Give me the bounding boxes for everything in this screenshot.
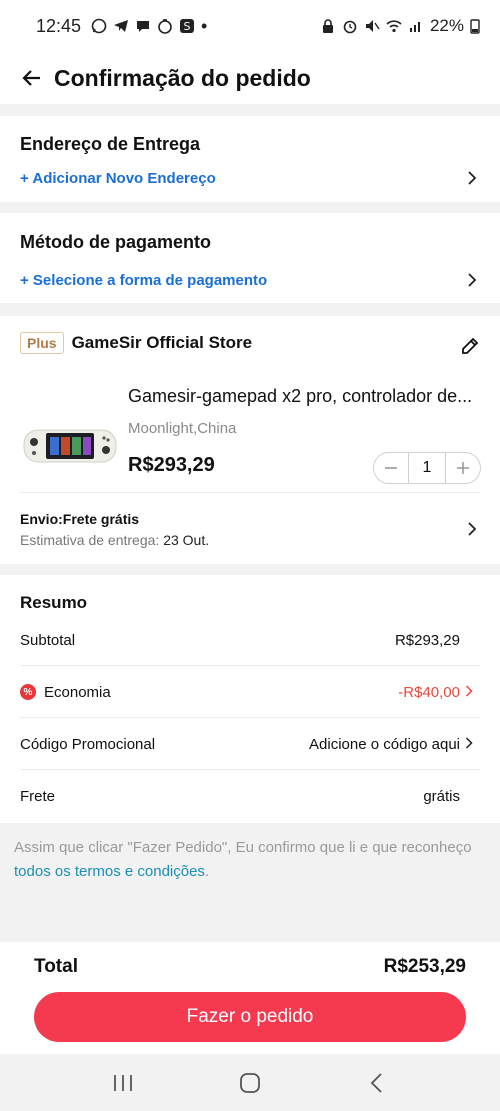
app-icon: [158, 19, 172, 34]
lock-icon: [322, 19, 333, 33]
delivery-estimate: Estimativa de entrega: 23 Out.: [20, 532, 209, 548]
chevron-right-icon: [468, 171, 477, 185]
wifi-icon: [386, 20, 402, 33]
chat-icon: [137, 21, 150, 32]
payment-section[interactable]: Método de pagamento + Selecione a forma …: [0, 213, 500, 303]
store-header: Plus GameSir Official Store: [20, 332, 252, 354]
shop-icon: S: [180, 19, 195, 33]
quantity-value[interactable]: 1: [408, 453, 446, 483]
battery-percent: 22%: [429, 16, 464, 35]
terms-notice: Assim que clicar "Fazer Pedido", Eu conf…: [14, 836, 484, 884]
home-button[interactable]: [230, 1068, 270, 1098]
store-name[interactable]: GameSir Official Store: [72, 333, 252, 353]
checkout-footer: Total R$253,29 Fazer o pedido: [0, 942, 500, 1054]
system-nav-bar: [0, 1054, 500, 1111]
product-variant: Moonlight,China: [128, 420, 237, 437]
add-address-link[interactable]: + Adicionar Novo Endereço: [20, 170, 216, 187]
add-promo-code-link[interactable]: Adicione o código aqui: [309, 736, 460, 753]
delivery-estimate-label: Estimativa de entrega:: [20, 532, 160, 548]
address-title: Endereço de Entrega: [20, 134, 201, 154]
gamepad-image: [23, 429, 117, 463]
address-section[interactable]: Endereço de Entrega + Adicionar Novo End…: [0, 116, 500, 202]
status-time: 12:45: [36, 15, 82, 36]
savings-value: -R$40,00: [398, 683, 460, 701]
whatsapp-icon: [91, 18, 107, 34]
page-title: Confirmação do pedido: [54, 64, 311, 91]
divider: [20, 717, 480, 718]
home-icon: [240, 1072, 260, 1093]
status-dot: •: [201, 15, 208, 36]
terms-end: .: [204, 863, 210, 880]
shipping-fee-row: Frete grátis: [20, 785, 460, 807]
chevron-right-icon[interactable]: [464, 684, 474, 698]
increase-quantity-button[interactable]: [446, 453, 480, 483]
mute-icon: [365, 20, 380, 32]
select-payment-link[interactable]: + Selecione a forma de pagamento: [20, 272, 267, 289]
divider: [20, 665, 480, 666]
divider: [20, 492, 480, 493]
summary-section: Resumo Subtotal R$293,29 % Economia -R$4…: [0, 575, 500, 823]
savings-label: Economia: [44, 683, 111, 701]
order-item-section: Plus GameSir Official Store Gamesir-game…: [0, 316, 500, 564]
discount-icon: %: [20, 684, 36, 700]
total-value: R$253,29: [383, 956, 466, 977]
payment-title: Método de pagamento: [20, 232, 212, 252]
plus-icon: [457, 462, 469, 474]
recents-icon: [114, 1074, 133, 1091]
battery-icon: [470, 19, 480, 34]
svg-text:S: S: [184, 20, 191, 33]
subtotal-label: Subtotal: [20, 631, 76, 649]
quantity-stepper: 1: [373, 452, 481, 484]
decrease-quantity-button[interactable]: [374, 453, 408, 483]
subtotal-row: Subtotal R$293,29: [20, 629, 460, 651]
telegram-icon: [114, 20, 129, 32]
promo-code-row[interactable]: Código Promocional Adicione o código aqu…: [20, 733, 460, 755]
signal-icon: [409, 22, 420, 32]
app-header: Confirmação do pedido: [0, 52, 500, 104]
arrow-left-icon: [22, 70, 40, 86]
chevron-left-icon: [370, 1072, 382, 1093]
minus-icon: [385, 467, 397, 469]
terms-text: Assim que clicar "Fazer Pedido", Eu conf…: [14, 839, 472, 856]
terms-link[interactable]: todos os termos e condições: [14, 863, 205, 880]
chevron-right-icon[interactable]: [466, 521, 478, 537]
chevron-right-icon[interactable]: [464, 736, 474, 750]
shipping-title: Envio:Frete grátis: [20, 511, 140, 527]
edit-pencil-icon[interactable]: [460, 336, 480, 356]
product-title[interactable]: Gamesir-gamepad x2 pro, controlador de..…: [128, 386, 480, 407]
status-bar: 12:45 S • 22%: [0, 0, 500, 52]
promo-label: Código Promocional: [20, 735, 156, 753]
shipping-fee-value: grátis: [423, 787, 460, 805]
divider: [20, 769, 480, 770]
recent-apps-button[interactable]: [103, 1068, 143, 1098]
system-back-button[interactable]: [357, 1068, 397, 1098]
plus-badge: Plus: [20, 332, 64, 354]
subtotal-value: R$293,29: [394, 631, 460, 649]
place-order-button[interactable]: Fazer o pedido: [34, 992, 466, 1042]
delivery-date: 23 Out.: [163, 532, 210, 548]
shipping-fee-label: Frete: [20, 787, 56, 805]
summary-title: Resumo: [20, 593, 88, 612]
savings-row[interactable]: % Economia -R$40,00: [20, 681, 460, 703]
back-button[interactable]: [18, 64, 46, 92]
alarm-icon: [343, 20, 357, 34]
product-price: R$293,29: [128, 454, 215, 476]
total-label: Total: [34, 956, 78, 977]
chevron-right-icon: [468, 273, 477, 287]
product-image[interactable]: [20, 396, 120, 496]
